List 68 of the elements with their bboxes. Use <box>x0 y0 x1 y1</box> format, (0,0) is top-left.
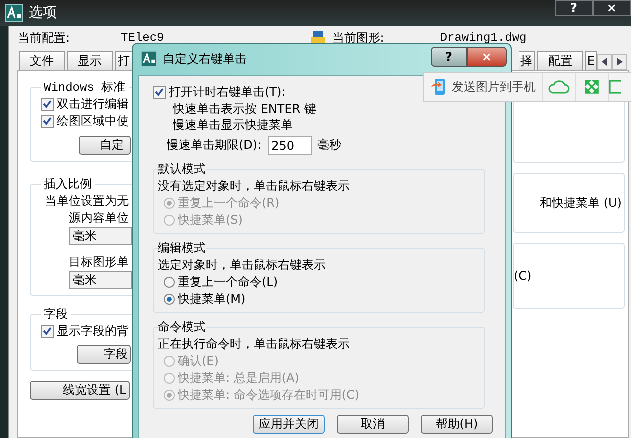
radio-button[interactable] <box>164 277 175 288</box>
checkbox-label: 打开计时右键单击(T): <box>169 84 286 101</box>
checkbox-label: 绘图区域中使 <box>57 113 129 130</box>
lineweight-button[interactable]: 线宽设置 (L <box>30 381 130 400</box>
caret-left-icon <box>602 58 608 66</box>
radio-label: 重复上一个命令(L) <box>178 274 278 291</box>
checkbox[interactable] <box>41 98 54 111</box>
app-logo-icon <box>5 4 23 22</box>
profile-value: TElec9 <box>121 31 164 45</box>
radio-label: 重复上一个命令(R) <box>178 195 280 212</box>
group-description: 没有选定对象时，单击鼠标右键表示 <box>158 178 351 195</box>
field-button[interactable]: 字段 <box>77 345 131 364</box>
group-title: Windows 标准 <box>43 80 127 96</box>
tab[interactable]: E <box>585 51 597 70</box>
group-title: 命令模式 <box>158 319 206 336</box>
expand-icon <box>585 80 599 94</box>
group-title: 字段 <box>43 306 69 323</box>
group-title: 默认模式 <box>158 161 206 178</box>
checkbox-label: 双击进行编辑 <box>57 96 129 113</box>
tab[interactable]: 配置 <box>537 51 584 70</box>
dialog-button[interactable]: 取消 <box>337 415 409 434</box>
profile-label: 当前配置: <box>18 30 70 46</box>
unit-label: 毫秒 <box>318 137 342 154</box>
cloud-icon <box>548 80 570 94</box>
duration-field[interactable]: 250 <box>268 136 312 155</box>
phone-icon <box>430 78 448 96</box>
dialog-button[interactable]: 帮助(H) <box>421 415 493 434</box>
scroll-right-button[interactable] <box>612 54 627 70</box>
checkbox[interactable] <box>41 115 54 128</box>
checkbox[interactable] <box>41 325 54 338</box>
tab[interactable]: 显示 <box>67 51 113 70</box>
drawing-label: 当前图形: <box>332 30 384 46</box>
checkbox-label: 显示字段的背 <box>57 323 129 340</box>
radio-label: 快捷菜单: 总是启用(A) <box>178 370 300 387</box>
scroll-left-button[interactable] <box>597 54 612 70</box>
source-units-dropdown[interactable]: 毫米 <box>69 227 132 245</box>
checkbox[interactable] <box>153 86 166 99</box>
description-text: 快速单击表示按 ENTER 键 <box>173 101 318 117</box>
group-title: 编辑模式 <box>158 240 206 257</box>
radio-label: 确认(E) <box>178 353 219 370</box>
option-label: (C) <box>514 269 532 283</box>
radio-label: 快捷菜单(S) <box>178 212 243 229</box>
radio-label: 快捷菜单: 命令选项存在时可用(C) <box>178 387 360 404</box>
group-title: 插入比例 <box>43 176 93 193</box>
description-text: 慢速单击显示快捷菜单 <box>173 117 294 133</box>
source-units-label: 源内容单位 <box>69 210 130 227</box>
duration-label: 慢速单击期限(D): <box>167 137 262 154</box>
customize-button[interactable]: 自定 <box>79 136 131 155</box>
tab[interactable]: 择 <box>519 51 536 70</box>
tab[interactable]: 文件 <box>19 51 65 70</box>
dialog-button[interactable]: 应用并关闭 <box>253 415 325 434</box>
help-button[interactable]: ? <box>431 47 467 67</box>
insert-hint: 当单位设置为无 <box>45 193 130 210</box>
target-units-dropdown[interactable]: 毫米 <box>69 271 132 289</box>
dialog-title: 自定义右键单击 <box>163 51 247 68</box>
tab[interactable]: 打 <box>115 51 133 70</box>
app-logo-icon <box>141 51 157 67</box>
radio-button[interactable] <box>164 294 175 305</box>
window-title: 选项 <box>29 4 57 22</box>
help-button[interactable]: ? <box>555 0 593 16</box>
caret-right-icon <box>616 58 622 66</box>
target-units-label: 目标图形单 <box>69 254 130 271</box>
close-button[interactable]: × <box>593 0 631 16</box>
option-label: 和快捷菜单 (U) <box>540 194 622 212</box>
group-description: 正在执行命令时，单击鼠标右键表示 <box>158 336 351 353</box>
group-description: 选定对象时，单击鼠标右键表示 <box>158 257 327 274</box>
drawing-value: Drawing1.dwg <box>440 31 527 45</box>
radio-label: 快捷菜单(M) <box>178 291 246 308</box>
